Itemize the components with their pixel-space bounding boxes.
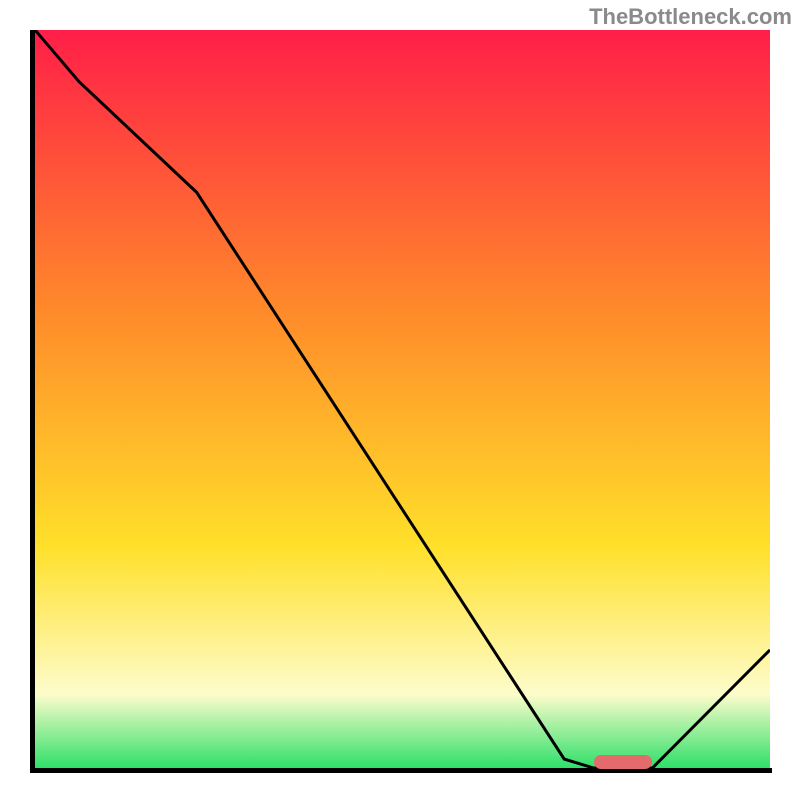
optimal-range-indicator xyxy=(594,755,653,769)
watermark-text: TheBottleneck.com xyxy=(589,4,792,30)
gradient-background xyxy=(35,30,770,768)
plot-area xyxy=(35,30,770,768)
x-axis xyxy=(30,768,772,773)
chart-container: TheBottleneck.com xyxy=(0,0,800,800)
